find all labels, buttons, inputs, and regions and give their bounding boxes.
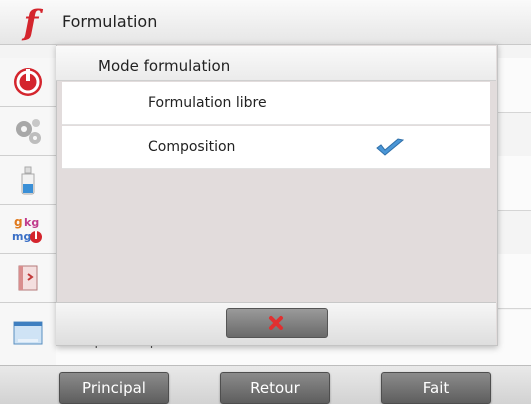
sidebar-item-display[interactable] xyxy=(0,303,56,366)
option-label: Composition xyxy=(148,139,236,155)
book-icon xyxy=(18,265,38,291)
sidebar-item-bottle[interactable] xyxy=(0,156,56,205)
sidebar-item-power[interactable] xyxy=(0,58,56,107)
svg-text:mg: mg xyxy=(12,230,31,243)
principal-button[interactable]: Principal xyxy=(59,372,169,404)
units-icon: g kg mg xyxy=(12,215,42,243)
sidebar-item-units[interactable]: g kg mg xyxy=(0,205,56,254)
page-title: Formulation xyxy=(62,12,158,31)
option-label: Formulation libre xyxy=(148,95,267,111)
power-icon xyxy=(14,68,42,96)
bottle-icon xyxy=(21,166,35,195)
svg-text:kg: kg xyxy=(24,216,39,229)
svg-text:g: g xyxy=(14,215,23,229)
screen-icon xyxy=(13,321,43,345)
checkmark-icon xyxy=(376,138,405,156)
dialog-title: Mode formulation xyxy=(98,57,231,75)
fait-button[interactable]: Fait xyxy=(381,372,491,404)
option-composition[interactable] xyxy=(62,126,490,169)
retour-button[interactable]: Retour xyxy=(220,372,330,404)
formulation-f-icon: f xyxy=(23,3,39,43)
sidebar-item-settings[interactable] xyxy=(0,107,56,156)
option-formulation-libre[interactable] xyxy=(62,82,490,125)
gears-icon xyxy=(16,119,41,144)
close-icon xyxy=(269,316,283,330)
sidebar-item-library[interactable] xyxy=(0,254,56,303)
cancel-button[interactable] xyxy=(226,308,328,338)
